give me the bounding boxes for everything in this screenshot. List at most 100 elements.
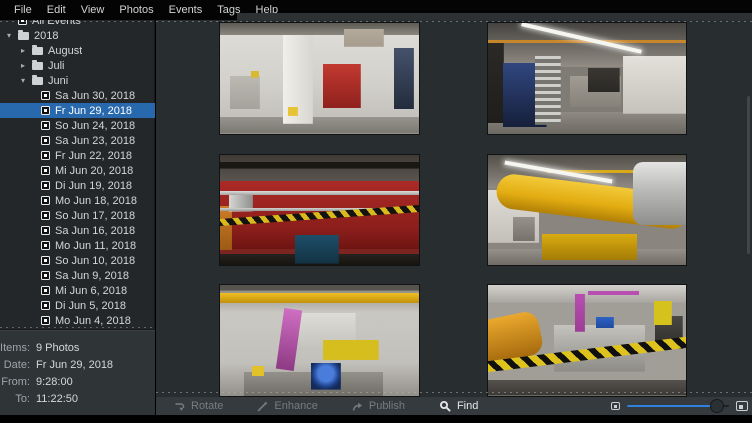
vertical-scrollbar[interactable]: [747, 96, 750, 254]
info-value: 9 Photos: [36, 342, 79, 354]
publish-button[interactable]: Publish: [342, 397, 415, 415]
sidebar-item-event[interactable]: Sa Jun 23, 2018: [0, 133, 155, 148]
scroll-undershoot-indicator: [156, 392, 752, 393]
find-icon: [439, 400, 451, 412]
find-label: Find: [457, 400, 478, 412]
tree-label: Mo Jun 4, 2018: [55, 315, 131, 327]
sidebar-item-month-august[interactable]: ▸ August: [0, 43, 155, 58]
sidebar-item-event[interactable]: Di Jun 5, 2018: [0, 298, 155, 313]
sidebar-item-event[interactable]: Sa Jun 9, 2018: [0, 268, 155, 283]
tree-label: Mi Jun 6, 2018: [55, 285, 127, 297]
scroll-undershoot-indicator: [156, 21, 752, 22]
sidebar-item-event[interactable]: Mi Jun 6, 2018: [0, 283, 155, 298]
sidebar-item-event[interactable]: Fr Jun 22, 2018: [0, 148, 155, 163]
photo-thumbnail-1[interactable]: [219, 22, 420, 135]
photo-thumbnail-3[interactable]: [219, 154, 420, 266]
large-photo-icon[interactable]: [736, 401, 748, 411]
event-icon: [41, 166, 50, 175]
sidebar-item-event[interactable]: Mi Jun 20, 2018: [0, 163, 155, 178]
find-button[interactable]: Find: [429, 397, 488, 415]
small-photo-icon[interactable]: [611, 402, 620, 410]
folder-icon: [32, 62, 43, 70]
expander-expanded-icon[interactable]: ▾: [21, 76, 32, 85]
sidebar-item-event[interactable]: Mo Jun 11, 2018: [0, 238, 155, 253]
rotate-icon: [174, 401, 185, 412]
sidebar-item-month-juni[interactable]: ▾ Juni: [0, 73, 155, 88]
info-label: Items:: [0, 342, 30, 354]
tree-label: Juli: [48, 60, 65, 72]
sidebar-item-event[interactable]: Sa Jun 30, 2018: [0, 88, 155, 103]
photo-thumbnail-4[interactable]: [487, 154, 687, 266]
sidebar-item-event[interactable]: Mo Jun 4, 2018: [0, 313, 155, 328]
tree-label: Sa Jun 9, 2018: [55, 270, 129, 282]
info-value: Fr Jun 29, 2018: [36, 359, 113, 371]
tree-label: Mi Jun 20, 2018: [55, 165, 133, 177]
sidebar: All Events ▾ 2018 ▸ August ▸ Juli ▾ Juni: [0, 20, 155, 415]
event-info-panel: Items: 9 Photos Date: Fr Jun 29, 2018 Fr…: [0, 329, 155, 415]
info-value: 9:28:00: [36, 376, 73, 388]
photo-thumbnail-5[interactable]: [219, 284, 420, 397]
sidebar-item-event[interactable]: Sa Jun 16, 2018: [0, 223, 155, 238]
event-icon: [41, 301, 50, 310]
tree-label: Mo Jun 18, 2018: [55, 195, 137, 207]
rotate-label: Rotate: [191, 400, 223, 412]
bottom-strip: [0, 415, 752, 423]
thumbnail-zoom-control: [611, 397, 748, 415]
sidebar-item-event[interactable]: So Jun 17, 2018: [0, 208, 155, 223]
tree-label: So Jun 17, 2018: [55, 210, 135, 222]
event-icon: [41, 316, 50, 325]
rotate-button[interactable]: Rotate: [164, 397, 233, 415]
menu-file[interactable]: File: [8, 2, 38, 18]
menu-bar: File Edit View Photos Events Tags Help: [0, 0, 752, 20]
event-icon: [41, 196, 50, 205]
expander-expanded-icon[interactable]: ▾: [7, 31, 18, 40]
info-row-date: Date: Fr Jun 29, 2018: [0, 356, 155, 373]
info-label: From:: [0, 376, 30, 388]
event-tree: All Events ▾ 2018 ▸ August ▸ Juli ▾ Juni: [0, 20, 155, 329]
tree-label: Juni: [48, 75, 68, 87]
tree-label: Sa Jun 16, 2018: [55, 225, 135, 237]
sidebar-item-event[interactable]: Mo Jun 18, 2018: [0, 193, 155, 208]
tree-label: Di Jun 5, 2018: [55, 300, 126, 312]
tree-label: Fr Jun 29, 2018: [55, 105, 132, 117]
photo-thumbnail-2[interactable]: [487, 22, 687, 135]
menubar-tail-strip: [237, 13, 752, 20]
expander-collapsed-icon[interactable]: ▸: [21, 46, 32, 55]
photo-manager-window: File Edit View Photos Events Tags Help A…: [0, 0, 752, 423]
enhance-icon: [257, 401, 268, 412]
zoom-slider[interactable]: [627, 399, 729, 413]
menu-edit[interactable]: Edit: [41, 2, 72, 18]
folder-icon: [32, 47, 43, 55]
sidebar-item-month-juli[interactable]: ▸ Juli: [0, 58, 155, 73]
expander-collapsed-icon[interactable]: ▸: [21, 61, 32, 70]
tree-label: So Jun 10, 2018: [55, 255, 135, 267]
sidebar-item-event[interactable]: So Jun 10, 2018: [0, 253, 155, 268]
menu-view[interactable]: View: [75, 2, 111, 18]
photo-thumbnail-6[interactable]: [487, 284, 687, 397]
menu-photos[interactable]: Photos: [113, 2, 159, 18]
info-row-from: From: 9:28:00: [0, 373, 155, 390]
enhance-button[interactable]: Enhance: [247, 397, 327, 415]
tree-label: So Jun 24, 2018: [55, 120, 135, 132]
sidebar-item-event-selected[interactable]: Fr Jun 29, 2018: [0, 103, 155, 118]
tree-label: Mo Jun 11, 2018: [55, 240, 136, 252]
tree-label: Di Jun 19, 2018: [55, 180, 132, 192]
sidebar-item-event[interactable]: So Jun 24, 2018: [0, 118, 155, 133]
event-icon: [41, 91, 50, 100]
sidebar-item-year-2018[interactable]: ▾ 2018: [0, 28, 155, 43]
publish-icon: [352, 401, 363, 412]
tree-label: 2018: [34, 30, 58, 42]
photo-grid: [156, 20, 752, 397]
enhance-label: Enhance: [274, 400, 317, 412]
info-label: Date:: [0, 359, 30, 371]
tree-label: Sa Jun 23, 2018: [55, 135, 135, 147]
event-icon: [41, 121, 50, 130]
menu-events[interactable]: Events: [163, 2, 209, 18]
slider-handle[interactable]: [710, 399, 724, 413]
info-value: 11:22:50: [36, 393, 78, 405]
event-icon: [41, 106, 50, 115]
tree-label: Fr Jun 22, 2018: [55, 150, 132, 162]
folder-icon: [18, 32, 29, 40]
tree-label: Sa Jun 30, 2018: [55, 90, 135, 102]
sidebar-item-event[interactable]: Di Jun 19, 2018: [0, 178, 155, 193]
